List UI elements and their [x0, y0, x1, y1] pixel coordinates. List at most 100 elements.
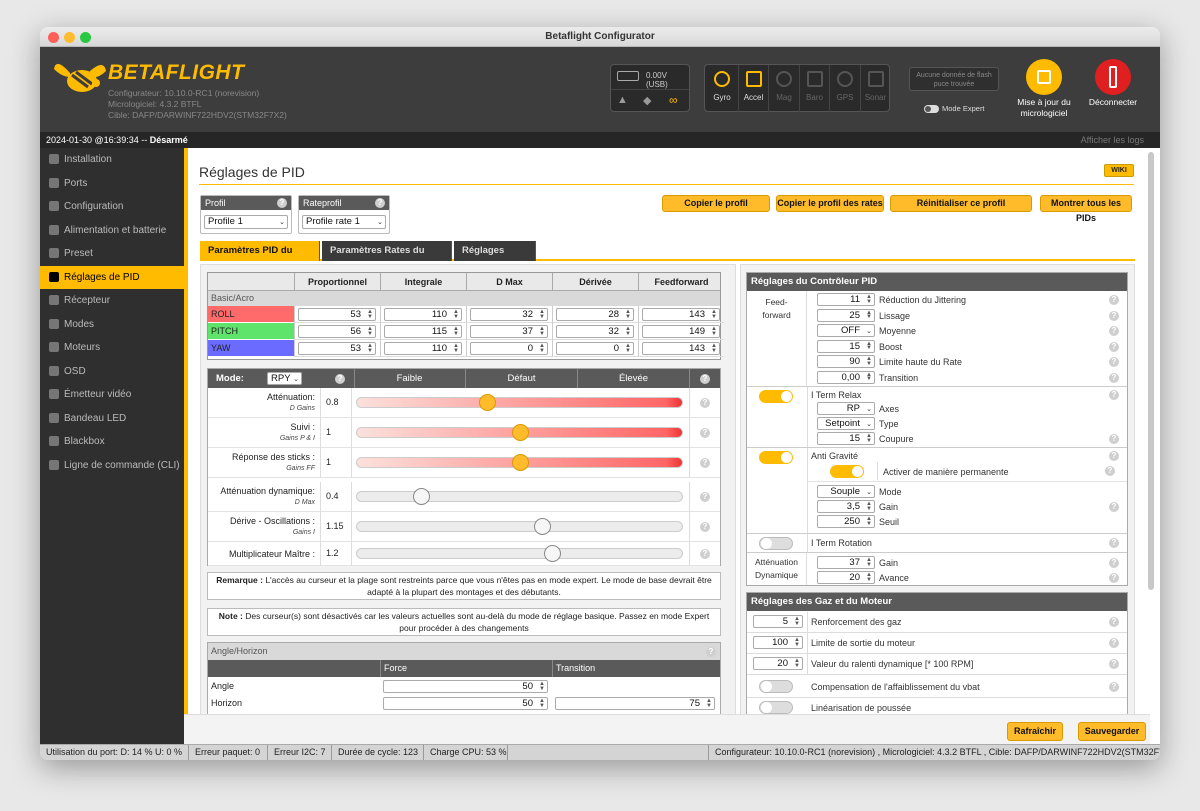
pid-roll-input[interactable]: 143 ▲ ▼ — [642, 308, 720, 321]
sidebar-item-r-glages-de-pid[interactable]: Réglages de PID — [40, 265, 184, 289]
help-icon[interactable]: ? — [700, 522, 710, 532]
slider-knob[interactable] — [478, 394, 496, 411]
pid-yaw-input[interactable]: 110 ▲ ▼ — [384, 342, 462, 355]
tab-pid-params[interactable]: Paramètres PID du profil — [200, 241, 320, 276]
show-all-pids-button[interactable]: Montrer tous les PIDs — [1040, 195, 1132, 223]
thrust-linear-toggle[interactable] — [759, 701, 793, 714]
throttle-input-0[interactable]: 5 ▲ ▼ — [753, 615, 803, 628]
help-icon[interactable]: ? — [1109, 558, 1119, 568]
help-icon[interactable]: ? — [1109, 502, 1119, 512]
iterm-rotation-toggle[interactable] — [759, 537, 793, 550]
sidebar-item-ligne-de-commande-cli-[interactable]: Ligne de commande (CLI) — [40, 454, 184, 477]
slider-knob[interactable] — [544, 545, 562, 562]
slider-track[interactable] — [356, 397, 683, 408]
help-icon[interactable]: ? — [1109, 341, 1119, 352]
help-icon[interactable]: ? — [1109, 357, 1119, 367]
copy-profile-button[interactable]: Copier le profil — [662, 195, 770, 212]
pid-roll-input[interactable]: 53 ▲ ▼ — [298, 308, 376, 321]
pid-pitch-input[interactable]: 56 ▲ ▼ — [298, 325, 376, 338]
scrollbar[interactable] — [1148, 152, 1154, 590]
help-icon[interactable]: ? — [700, 374, 710, 384]
help-icon[interactable]: ? — [1109, 617, 1119, 627]
sidebar-item-ports[interactable]: Ports — [40, 172, 184, 195]
pid-pitch-input[interactable]: 32 ▲ ▼ — [556, 325, 634, 338]
dynamic-damping-advance-input[interactable]: 20 ▲ ▼ — [817, 571, 875, 584]
help-icon[interactable]: ? — [700, 549, 710, 559]
feedforward-input-1[interactable]: 25 ▲ ▼ — [817, 308, 875, 322]
slider-mode-select[interactable]: RPY ⌄ — [267, 372, 302, 385]
iterm-relax-toggle[interactable] — [759, 390, 793, 403]
help-icon[interactable]: ? — [277, 198, 287, 208]
expert-mode-toggle[interactable] — [924, 105, 939, 113]
throttle-input-1[interactable]: 100 ▲ ▼ — [753, 636, 803, 649]
sidebar-item-alimentation-et-batterie[interactable]: Alimentation et batterie — [40, 219, 184, 242]
refresh-button[interactable]: Rafraîchir — [1007, 722, 1063, 741]
rateprofile-select[interactable]: Profile rate 1 ⌄ — [302, 215, 386, 229]
slider-track[interactable] — [356, 491, 683, 502]
pid-roll-input[interactable]: 110 ▲ ▼ — [384, 308, 462, 321]
maximize-window-button[interactable] — [80, 32, 91, 43]
sidebar-item-modes[interactable]: Modes — [40, 313, 184, 336]
feedforward-input-3[interactable]: 15 ▲ ▼ — [817, 339, 875, 353]
close-window-button[interactable] — [48, 32, 59, 43]
horizon-force-input[interactable]: 50 ▲ ▼ — [383, 697, 548, 710]
pid-roll-input[interactable]: 28 ▲ ▼ — [556, 308, 634, 321]
pid-pitch-input[interactable]: 37 ▲ ▼ — [470, 325, 548, 338]
anti-gravity-toggle[interactable] — [759, 451, 793, 464]
help-icon[interactable]: ? — [700, 492, 710, 502]
sidebar-item-osd[interactable]: OSD — [40, 360, 184, 383]
iterm-relax-axes-select[interactable]: RP ⌄ — [817, 402, 875, 415]
pid-yaw-input[interactable]: 0 ▲ ▼ — [470, 342, 548, 355]
copy-rates-button[interactable]: Copier le profil des rates — [776, 195, 884, 212]
iterm-relax-type-select[interactable]: Setpoint ⌄ — [817, 417, 875, 430]
anti-gravity-gain-input[interactable]: 3,5 ▲ ▼ — [817, 500, 875, 513]
help-icon[interactable]: ? — [1109, 682, 1119, 692]
vbat-compensation-toggle[interactable] — [759, 680, 793, 693]
minimize-window-button[interactable] — [64, 32, 75, 43]
pid-yaw-input[interactable]: 53 ▲ ▼ — [298, 342, 376, 355]
slider-track[interactable] — [356, 548, 683, 559]
help-icon[interactable]: ? — [335, 374, 345, 384]
slider-knob[interactable] — [511, 454, 529, 471]
feedforward-input-5[interactable]: 0,00 ▲ ▼ — [817, 370, 875, 384]
help-icon[interactable]: ? — [1109, 659, 1119, 669]
anti-gravity-mode-select[interactable]: Souple ⌄ — [817, 485, 875, 498]
help-icon[interactable]: ? — [1109, 538, 1119, 548]
throttle-input-2[interactable]: 20 ▲ ▼ — [753, 657, 803, 670]
sidebar-item-preset[interactable]: Preset — [40, 242, 184, 265]
sidebar-item-moteurs[interactable]: Moteurs — [40, 336, 184, 359]
sidebar-item-configuration[interactable]: Configuration — [40, 195, 184, 218]
tab-filters[interactable]: Réglages filtres — [454, 241, 536, 276]
help-icon[interactable]: ? — [1109, 310, 1119, 321]
help-icon[interactable]: ? — [1109, 390, 1119, 400]
horizon-transition-input[interactable]: 75 ▲ ▼ — [555, 697, 715, 710]
help-icon[interactable]: ? — [700, 458, 710, 468]
feedforward-input-4[interactable]: 90 ▲ ▼ — [817, 355, 875, 368]
help-icon[interactable]: ? — [1109, 573, 1119, 583]
help-icon[interactable]: ? — [375, 198, 385, 208]
pid-yaw-input[interactable]: 143 ▲ ▼ — [642, 342, 720, 355]
help-icon[interactable]: ? — [1109, 638, 1119, 648]
slider-knob[interactable] — [413, 488, 431, 505]
help-icon[interactable]: ? — [1109, 434, 1119, 444]
sidebar-item-bandeau-led[interactable]: Bandeau LED — [40, 407, 184, 430]
iterm-relax-cutoff-input[interactable]: 15 ▲ ▼ — [817, 432, 875, 445]
angle-force-input[interactable]: 50 ▲ ▼ — [383, 680, 548, 693]
feedforward-averaging-select[interactable]: OFF ⌄ — [817, 324, 875, 337]
sidebar-item-installation[interactable]: Installation — [40, 148, 184, 171]
pid-yaw-input[interactable]: 0 ▲ ▼ — [556, 342, 634, 355]
dynamic-damping-gain-input[interactable]: 37 ▲ ▼ — [817, 556, 875, 569]
wiki-button[interactable]: WIKI — [1104, 164, 1134, 177]
pid-roll-input[interactable]: 32 ▲ ▼ — [470, 308, 548, 321]
reset-profile-button[interactable]: Réinitialiser ce profil — [890, 195, 1032, 212]
profile-select[interactable]: Profile 1 ⌄ — [204, 215, 288, 229]
show-logs-link[interactable]: Afficher les logs — [1081, 132, 1144, 148]
tab-rates-params[interactable]: Paramètres Rates du profil — [322, 241, 452, 276]
feedforward-input-0[interactable]: 11 ▲ ▼ — [817, 293, 875, 306]
help-icon[interactable]: ? — [700, 398, 710, 408]
sidebar-item--metteur-vid-o[interactable]: Émetteur vidéo — [40, 383, 184, 406]
sidebar-item-blackbox[interactable]: Blackbox — [40, 430, 184, 453]
pid-pitch-input[interactable]: 149 ▲ ▼ — [642, 325, 720, 338]
slider-knob[interactable] — [511, 424, 529, 441]
sidebar-item-r-cepteur[interactable]: Récepteur — [40, 289, 184, 312]
